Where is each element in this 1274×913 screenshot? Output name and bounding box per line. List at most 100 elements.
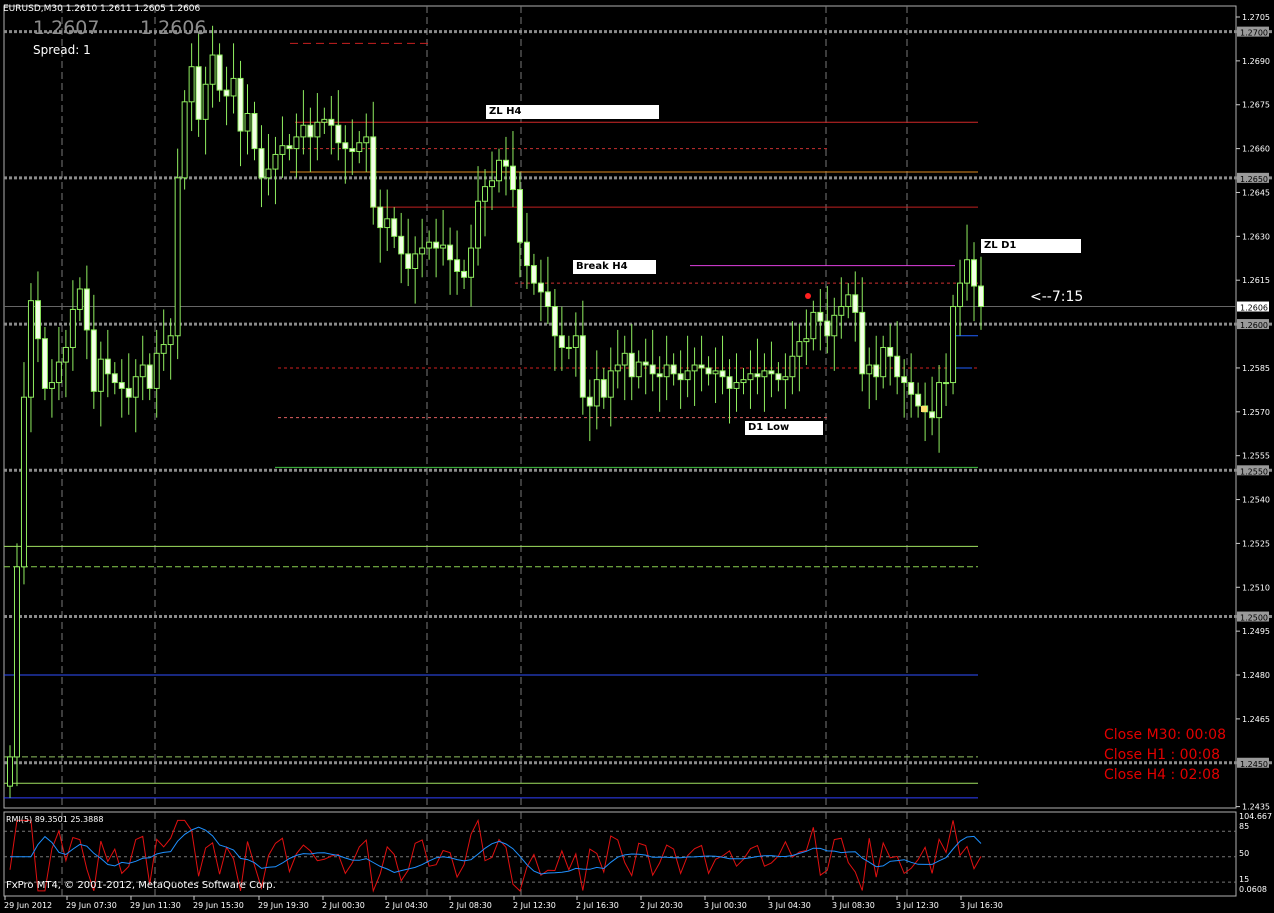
- candle-body: [831, 314, 838, 337]
- label-d1-low[interactable]: D1 Low: [745, 421, 823, 435]
- y-tick-label: 1.2480: [1242, 671, 1270, 680]
- candle-body: [768, 370, 775, 375]
- y-tick-label: 1.2675: [1242, 101, 1270, 110]
- y-tick-label: 1.2660: [1242, 145, 1270, 154]
- current-price-text: 1.2606: [1240, 304, 1268, 313]
- candle-body: [964, 259, 971, 284]
- round-level-text: 1.2600: [1240, 321, 1268, 330]
- candle-body: [160, 344, 167, 354]
- candle-body: [516, 189, 523, 243]
- y-tick-label: 1.2465: [1242, 715, 1270, 724]
- candle-body: [586, 396, 593, 407]
- candle-body: [398, 235, 405, 255]
- candle-body: [572, 335, 579, 348]
- label-zl-h4[interactable]: ZL H4: [486, 105, 659, 119]
- candle-body: [27, 300, 34, 398]
- price-chart[interactable]: 1.2700 1.2650 1.2600 1.2550 1.2500 1.2450 1.27…: [0, 0, 1274, 913]
- candle-body: [188, 66, 195, 103]
- candle-body: [740, 379, 747, 384]
- bid-price: 1.2607: [33, 17, 100, 39]
- candle-body: [824, 320, 831, 337]
- y-tick-label: 1.2690: [1242, 57, 1270, 66]
- rmi-scale-label: 50: [1239, 849, 1249, 858]
- candle-body: [537, 282, 544, 293]
- y-tick-label: 1.2510: [1242, 583, 1270, 592]
- candle-body: [7, 756, 13, 787]
- candle-body: [663, 364, 670, 378]
- candle-body: [509, 165, 516, 191]
- label-break-h4[interactable]: Break H4: [573, 260, 656, 274]
- candle-body: [838, 306, 845, 316]
- candle-body: [153, 352, 160, 389]
- candle-body: [216, 54, 223, 91]
- candle-body: [419, 247, 426, 255]
- candle-body: [349, 148, 356, 153]
- x-tick-label: 2 Jul 04:30: [385, 901, 428, 910]
- y-tick-label: 1.2495: [1242, 627, 1270, 636]
- candle-body: [293, 136, 300, 150]
- y-tick-label: 1.2630: [1242, 232, 1270, 241]
- candle-body: [761, 370, 768, 378]
- candle-body: [181, 101, 188, 179]
- y-tick-label: 1.2540: [1242, 496, 1270, 505]
- candle-body: [356, 142, 363, 153]
- candle-body: [426, 241, 433, 249]
- candle-body: [957, 282, 964, 308]
- candle-body: [551, 306, 558, 337]
- candle-body: [125, 387, 132, 398]
- x-tick-label: 29 Jun 15:30: [193, 901, 244, 910]
- candle-body: [978, 285, 984, 308]
- candle-body: [915, 393, 922, 407]
- x-tick-label: 3 Jul 16:30: [960, 901, 1003, 910]
- candle-body: [433, 241, 440, 249]
- candle-body: [971, 259, 978, 287]
- candle-body: [908, 382, 915, 395]
- candle-body: [782, 376, 789, 381]
- candle-body: [34, 300, 41, 340]
- candle-body: [90, 329, 97, 392]
- candle-body: [845, 294, 852, 308]
- candle-body: [76, 288, 83, 310]
- rmi-scale-label: 15: [1239, 875, 1249, 884]
- candle-body: [754, 373, 761, 378]
- round-level-text: 1.2550: [1240, 467, 1268, 476]
- candle-body: [335, 124, 342, 144]
- candle-body: [111, 373, 118, 384]
- close-h4-label: Close H4 : 02:08: [1104, 767, 1220, 783]
- candle-body: [237, 77, 244, 132]
- y-tick-label: 1.2705: [1242, 13, 1270, 22]
- candle-body: [482, 186, 489, 202]
- candle-body: [950, 306, 957, 384]
- rmi-title: RMI(5) 89.3501 25.3888: [6, 815, 104, 824]
- candle-body: [139, 364, 146, 378]
- rmi-scale-label: 104.667: [1239, 812, 1272, 821]
- candle-body: [468, 247, 475, 278]
- candle-body: [69, 308, 76, 348]
- candle-body: [454, 259, 461, 272]
- candle-body: [712, 370, 719, 375]
- candle-body: [461, 270, 468, 278]
- label-zl-d1[interactable]: ZL D1: [981, 239, 1081, 253]
- candle-body: [412, 253, 419, 270]
- price-pane-frame: [3, 5, 1237, 809]
- candle-body: [405, 253, 412, 270]
- candle-body: [167, 335, 174, 346]
- rmi-scale-label: 0.0608: [1239, 885, 1267, 894]
- candle-body: [726, 376, 733, 389]
- candle-body: [614, 364, 621, 372]
- candle-body: [265, 168, 272, 179]
- candle-body: [873, 364, 880, 378]
- candle-body: [747, 373, 754, 381]
- candle-body: [789, 355, 796, 378]
- candle-body: [817, 311, 824, 322]
- symbol-info: EURUSD,M30 1.2610 1.2611 1.2605 1.2606: [3, 4, 201, 14]
- candle-body: [866, 364, 873, 375]
- round-level-text: 1.2650: [1240, 175, 1268, 184]
- candle-body: [894, 355, 901, 378]
- candle-body: [55, 361, 62, 384]
- candle-body: [97, 358, 104, 392]
- x-tick-label: 29 Jun 19:30: [258, 901, 309, 910]
- candle-body: [223, 89, 230, 97]
- candle-body: [558, 335, 565, 348]
- candle-body: [530, 265, 537, 284]
